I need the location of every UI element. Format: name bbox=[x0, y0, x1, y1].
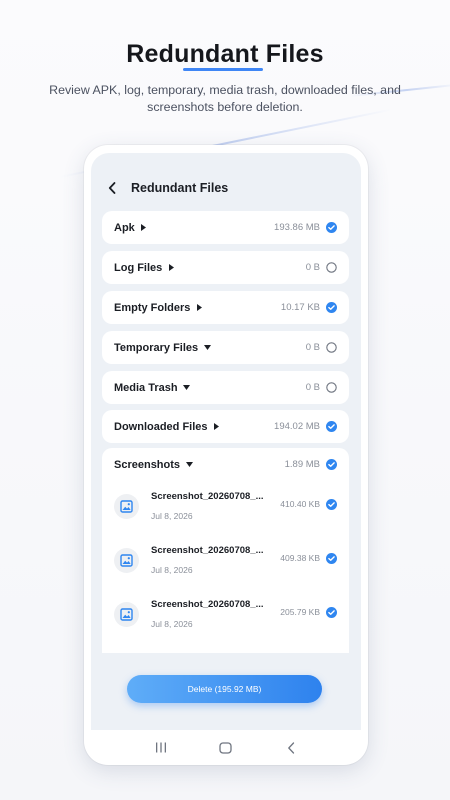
caret-right-icon bbox=[167, 264, 175, 272]
category-label: Log Files bbox=[114, 261, 163, 274]
checked-circle-icon[interactable] bbox=[326, 222, 337, 233]
back-icon[interactable] bbox=[281, 740, 301, 756]
file-name: Screenshot_20260708_... bbox=[151, 491, 264, 502]
category-label: Media Trash bbox=[114, 381, 178, 394]
file-info: Screenshot_20260708_... Jul 8, 2026 bbox=[151, 599, 264, 629]
category-size: 0 B bbox=[305, 382, 320, 393]
checked-circle-icon[interactable] bbox=[326, 421, 337, 432]
app-header: Redundant Files bbox=[105, 179, 228, 197]
delete-button[interactable]: Delete (195.92 MB) bbox=[127, 675, 322, 703]
app-screen: Redundant Files Apk 193.86 MB Log Files … bbox=[91, 153, 361, 730]
file-info: Screenshot_20260708_... Jul 8, 2026 bbox=[151, 491, 264, 521]
category-row-media-trash[interactable]: Media Trash 0 B bbox=[102, 371, 349, 404]
empty-circle-icon[interactable] bbox=[326, 262, 337, 273]
category-label: Downloaded Files bbox=[114, 420, 208, 433]
category-size: 0 B bbox=[305, 342, 320, 353]
caret-down-icon bbox=[185, 461, 193, 469]
image-icon bbox=[114, 493, 139, 519]
image-icon bbox=[114, 601, 139, 627]
caret-right-icon bbox=[195, 304, 203, 312]
phone-mockup: Redundant Files Apk 193.86 MB Log Files … bbox=[84, 145, 368, 765]
screenshots-panel: Screenshots 1.89 MB Screenshot_20260708_… bbox=[102, 448, 349, 653]
category-row-temporary-files[interactable]: Temporary Files 0 B bbox=[102, 331, 349, 364]
checked-circle-icon[interactable] bbox=[326, 552, 337, 564]
system-navbar bbox=[84, 730, 368, 765]
checked-circle-icon[interactable] bbox=[326, 498, 337, 510]
category-row-downloaded-files[interactable]: Downloaded Files 194.02 MB bbox=[102, 410, 349, 443]
file-list-item[interactable]: Screenshot_20260708_... Jul 8, 2026 409.… bbox=[114, 540, 337, 580]
app-title: Redundant Files bbox=[131, 181, 229, 195]
file-name: Screenshot_20260708_... bbox=[151, 545, 264, 556]
category-size: 193.86 MB bbox=[274, 222, 320, 233]
file-size: 205.79 KB bbox=[280, 607, 320, 617]
file-date: Jul 8, 2026 bbox=[151, 511, 193, 521]
title-underline bbox=[183, 68, 263, 71]
empty-circle-icon[interactable] bbox=[326, 342, 337, 353]
file-size: 409.38 KB bbox=[280, 553, 320, 563]
back-arrow-icon[interactable] bbox=[105, 181, 119, 195]
category-row-empty-folders[interactable]: Empty Folders 10.17 KB bbox=[102, 291, 349, 324]
image-icon bbox=[114, 547, 139, 573]
caret-right-icon bbox=[140, 224, 148, 232]
category-size: 1.89 MB bbox=[284, 459, 320, 470]
caret-right-icon bbox=[213, 423, 221, 431]
page-subtitle: Review APK, log, temporary, media trash,… bbox=[49, 83, 401, 114]
category-label: Apk bbox=[114, 221, 135, 234]
file-date: Jul 8, 2026 bbox=[151, 619, 193, 629]
category-row-apk[interactable]: Apk 193.86 MB bbox=[102, 211, 349, 244]
category-label: Temporary Files bbox=[114, 341, 199, 354]
file-list-item[interactable]: Screenshot_20260708_... Jul 8, 2026 205.… bbox=[114, 594, 337, 634]
file-size: 410.40 KB bbox=[280, 499, 320, 509]
file-info: Screenshot_20260708_... Jul 8, 2026 bbox=[151, 545, 264, 575]
empty-circle-icon[interactable] bbox=[326, 382, 337, 393]
home-icon[interactable] bbox=[216, 740, 236, 756]
category-size: 0 B bbox=[305, 262, 320, 273]
checked-circle-icon[interactable] bbox=[326, 302, 337, 313]
category-size: 10.17 KB bbox=[280, 302, 320, 313]
category-row-screenshots[interactable]: Screenshots 1.89 MB bbox=[114, 448, 337, 481]
page-title: Redundant Files bbox=[126, 40, 324, 68]
category-size: 194.02 MB bbox=[274, 421, 320, 432]
checked-circle-icon[interactable] bbox=[326, 459, 337, 470]
caret-down-icon bbox=[203, 344, 211, 352]
category-label: Empty Folders bbox=[114, 301, 191, 314]
file-date: Jul 8, 2026 bbox=[151, 565, 193, 575]
checked-circle-icon[interactable] bbox=[326, 606, 337, 618]
file-list-item[interactable]: Screenshot_20260708_... Jul 8, 2026 410.… bbox=[114, 486, 337, 526]
caret-down-icon bbox=[183, 384, 191, 392]
category-row-log-files[interactable]: Log Files 0 B bbox=[102, 251, 349, 284]
recents-icon[interactable] bbox=[151, 740, 171, 756]
file-name: Screenshot_20260708_... bbox=[151, 599, 264, 610]
category-label: Screenshots bbox=[114, 458, 181, 471]
